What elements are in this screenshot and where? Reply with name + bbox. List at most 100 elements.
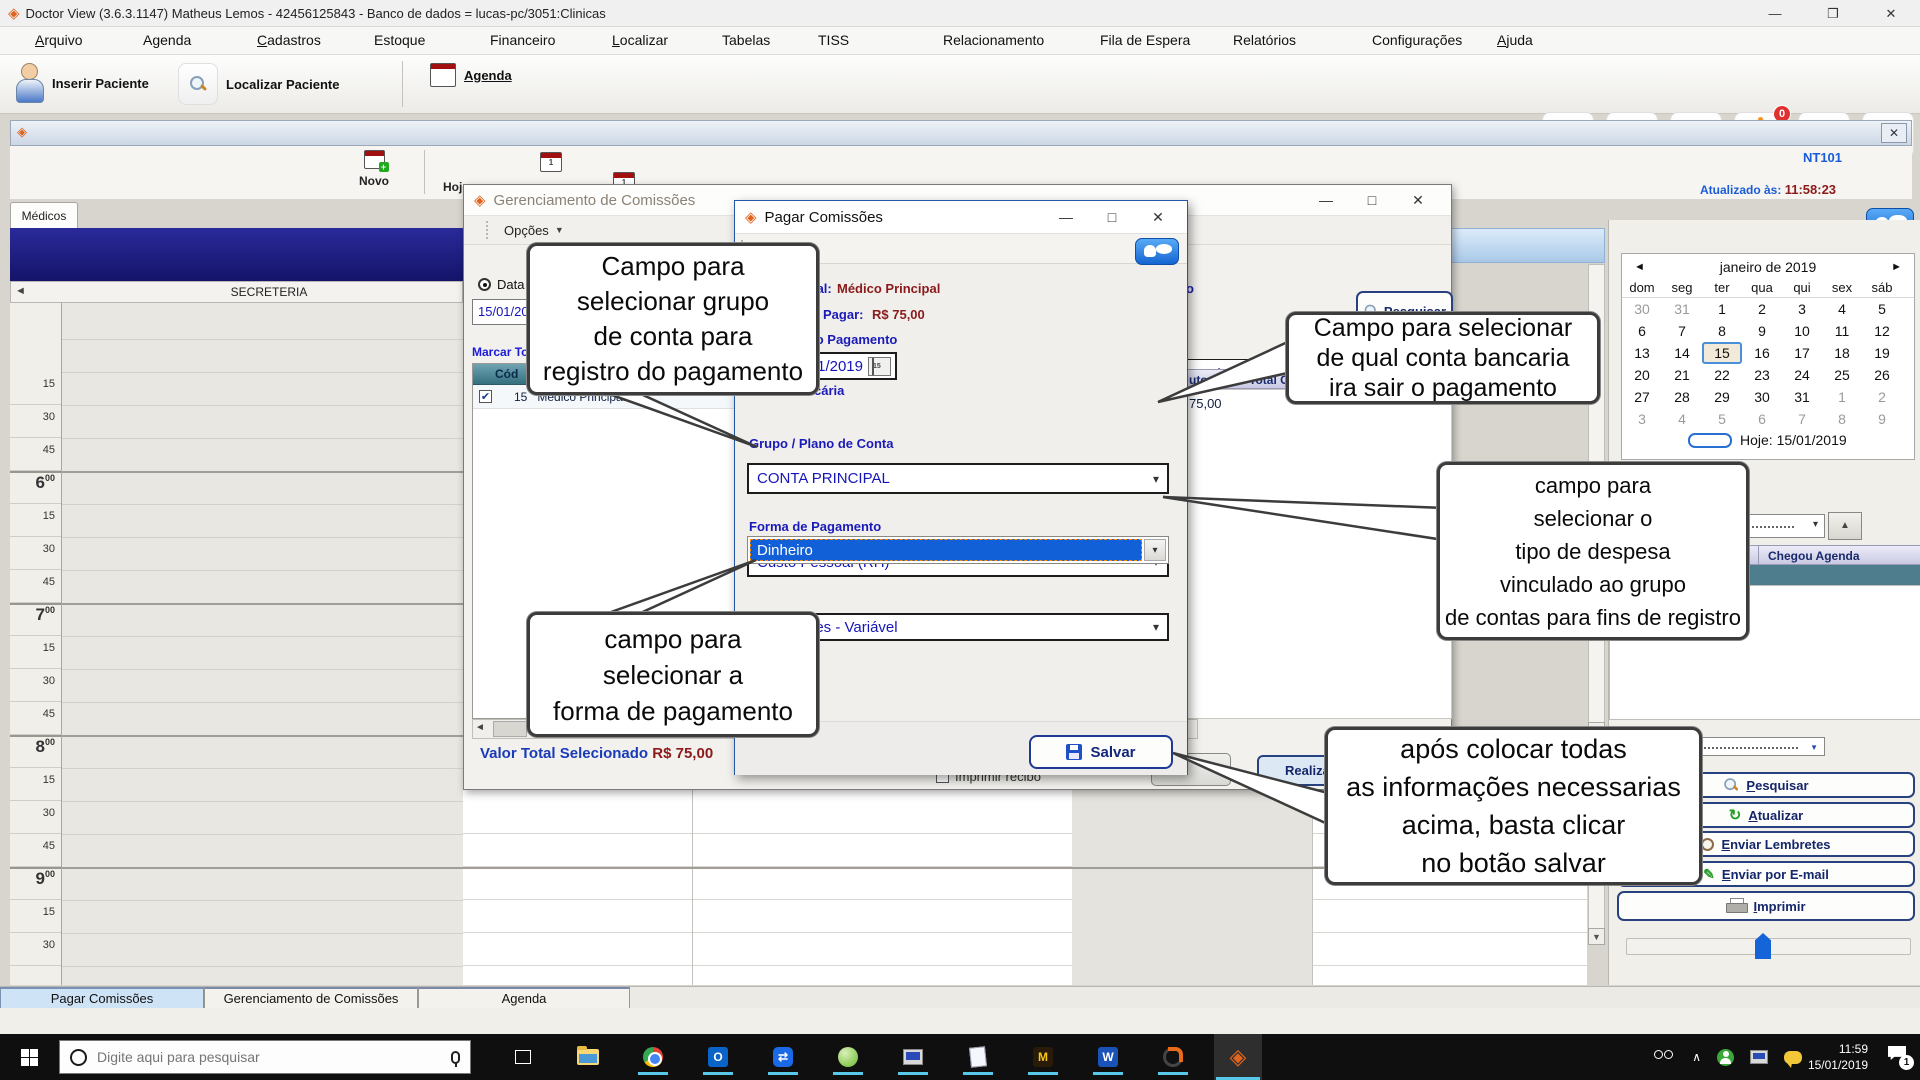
scroll-left-icon[interactable]: ◄ xyxy=(475,722,485,733)
taskbar-app-teamviewer[interactable]: ⇄ xyxy=(759,1039,807,1075)
date-field[interactable]: 15/01/2019 xyxy=(472,299,530,325)
calendar-prev-icon[interactable]: ◄ xyxy=(1634,261,1645,273)
calendar-day[interactable]: 20 xyxy=(1622,364,1662,386)
salvar-button[interactable]: Salvar xyxy=(1029,735,1173,769)
taskbar-search[interactable] xyxy=(59,1040,471,1074)
calendar-day[interactable]: 8 xyxy=(1822,408,1862,430)
calendar-day[interactable]: 6 xyxy=(1622,320,1662,342)
calendar-day[interactable]: 4 xyxy=(1662,408,1702,430)
calendar-day[interactable]: 2 xyxy=(1862,386,1902,408)
menu-item-configura-es[interactable]: Configurações xyxy=(1372,32,1462,48)
tab-medicos[interactable]: Médicos xyxy=(10,202,78,228)
calendar-day[interactable]: 28 xyxy=(1662,386,1702,408)
calendar-day[interactable]: 13 xyxy=(1622,342,1662,364)
maximize-button[interactable]: □ xyxy=(1349,187,1395,213)
opcoes-menu[interactable]: Opções xyxy=(504,223,549,238)
novo-button[interactable]: + Novo xyxy=(344,150,404,188)
marcar-todos-link[interactable]: Marcar Todos xyxy=(472,345,530,359)
calendar-day[interactable]: 23 xyxy=(1742,364,1782,386)
menu-item-fila-de-espera[interactable]: Fila de Espera xyxy=(1100,32,1190,48)
schedule-column[interactable] xyxy=(62,303,463,985)
menu-item-ajuda[interactable]: Ajuda xyxy=(1497,32,1533,48)
calendar-day[interactable]: 17 xyxy=(1782,342,1822,364)
calendar-day[interactable]: 1 xyxy=(1702,298,1742,320)
calendar-day[interactable]: 6 xyxy=(1742,408,1782,430)
menu-item-arquivo[interactable]: Arquivo xyxy=(35,32,82,48)
imprimir-button[interactable]: Imprimir xyxy=(1617,891,1915,921)
taskbar-app-outlook[interactable]: O xyxy=(694,1039,742,1075)
calendar-day[interactable]: 5 xyxy=(1702,408,1742,430)
calendar-day[interactable]: 3 xyxy=(1782,298,1822,320)
menu-item-estoque[interactable]: Estoque xyxy=(374,32,425,48)
calendar-day[interactable]: 1 xyxy=(1822,386,1862,408)
maximize-button[interactable]: ❐ xyxy=(1804,0,1862,27)
calendar-day[interactable]: 14 xyxy=(1662,342,1702,364)
calendar-day[interactable]: 9 xyxy=(1862,408,1902,430)
calendar-day[interactable]: 25 xyxy=(1822,364,1862,386)
calendar-day[interactable]: 18 xyxy=(1822,342,1862,364)
realizar-button[interactable]: Realizar xyxy=(1257,755,1333,786)
chevron-down-icon[interactable]: ▾ xyxy=(1144,539,1166,561)
close-button[interactable]: ✕ xyxy=(1135,204,1181,230)
taskbar-app-chrome[interactable] xyxy=(629,1039,677,1075)
calendar-day[interactable]: 7 xyxy=(1782,408,1822,430)
calendar-day[interactable]: 24 xyxy=(1782,364,1822,386)
calendar-day[interactable]: 2 xyxy=(1742,298,1782,320)
taskbar-app-remote-app[interactable] xyxy=(889,1039,937,1075)
calendar-day[interactable]: 31 xyxy=(1662,298,1702,320)
user-online-icon[interactable] xyxy=(1717,1049,1734,1066)
calendar-day[interactable]: 21 xyxy=(1662,364,1702,386)
calendar-day[interactable]: 10 xyxy=(1782,320,1822,342)
close-button[interactable]: ✕ xyxy=(1862,0,1920,27)
calendar-day[interactable]: 4 xyxy=(1822,298,1862,320)
taskbar-app-messenger[interactable] xyxy=(824,1039,872,1075)
row-checkbox[interactable]: ✔ xyxy=(479,390,492,403)
menu-item-localizar[interactable]: Localizar xyxy=(612,32,668,48)
menu-item-tiss[interactable]: TISS xyxy=(818,32,849,48)
scroll-left-icon[interactable]: ◄ xyxy=(15,285,26,297)
maximize-button[interactable]: □ xyxy=(1089,204,1135,230)
calendar-day[interactable]: 5 xyxy=(1862,298,1902,320)
calendar-day[interactable]: 31 xyxy=(1782,386,1822,408)
calendar-day[interactable]: 19 xyxy=(1862,342,1902,364)
calendar-day[interactable]: 3 xyxy=(1622,408,1662,430)
taskbar-app-photoscape[interactable] xyxy=(1149,1039,1197,1075)
taskbar-app-file-explorer[interactable] xyxy=(564,1039,612,1075)
minimize-button[interactable]: — xyxy=(1043,204,1089,230)
start-button[interactable] xyxy=(0,1034,58,1080)
calendar-day[interactable]: 16 xyxy=(1742,342,1782,364)
menu-item-tabelas[interactable]: Tabelas xyxy=(722,32,770,48)
people-chat-icon[interactable] xyxy=(1135,238,1179,265)
close-button[interactable]: ✕ xyxy=(1395,187,1441,213)
calendar-day[interactable]: 12 xyxy=(1862,320,1902,342)
agenda-button[interactable]: Agenda xyxy=(430,63,512,87)
network-icon[interactable] xyxy=(1750,1050,1768,1064)
calendar-day[interactable]: 11 xyxy=(1822,320,1862,342)
calendar-next-icon[interactable]: ► xyxy=(1891,261,1902,273)
bottom-tab-gerenciamento-de-comiss-es[interactable]: Gerenciamento de Comissões xyxy=(204,987,418,1009)
mdi-close-icon[interactable]: ✕ xyxy=(1881,123,1907,143)
menu-item-agenda[interactable]: Agenda xyxy=(143,32,191,48)
notification-center-button[interactable]: 1 xyxy=(1884,1044,1910,1068)
filter-expand-button[interactable]: ▲ xyxy=(1828,512,1862,540)
calendar-day[interactable]: 8 xyxy=(1702,320,1742,342)
insert-patient-button[interactable]: Inserir Paciente xyxy=(14,63,149,103)
calendar-today-label[interactable]: Hoje: 15/01/2019 xyxy=(1740,432,1847,448)
day-view-icon[interactable]: 1 xyxy=(540,152,562,172)
calendar-day[interactable]: 26 xyxy=(1862,364,1902,386)
taskbar-app-task-view[interactable] xyxy=(499,1039,547,1075)
calendar-day[interactable]: 7 xyxy=(1662,320,1702,342)
calendar-day[interactable]: 22 xyxy=(1702,364,1742,386)
minimize-button[interactable]: — xyxy=(1303,187,1349,213)
minimize-button[interactable]: — xyxy=(1746,0,1804,27)
locate-patient-button[interactable]: Localizar Paciente xyxy=(178,63,339,105)
calendar-selected-day[interactable]: 15 xyxy=(1702,342,1742,364)
menu-item-relat-rios[interactable]: Relatórios xyxy=(1233,32,1296,48)
messenger-tray-icon[interactable] xyxy=(1784,1051,1802,1064)
date-picker-button[interactable]: 15 xyxy=(868,357,891,376)
people-tray-icon[interactable] xyxy=(1654,1050,1676,1064)
calendar-day[interactable]: 30 xyxy=(1622,298,1662,320)
forma-pagamento-combo[interactable]: Dinheiro ▾ xyxy=(747,536,1169,564)
scroll-down-icon[interactable]: ▼ xyxy=(1588,928,1605,945)
calendar-day[interactable]: 29 xyxy=(1702,386,1742,408)
